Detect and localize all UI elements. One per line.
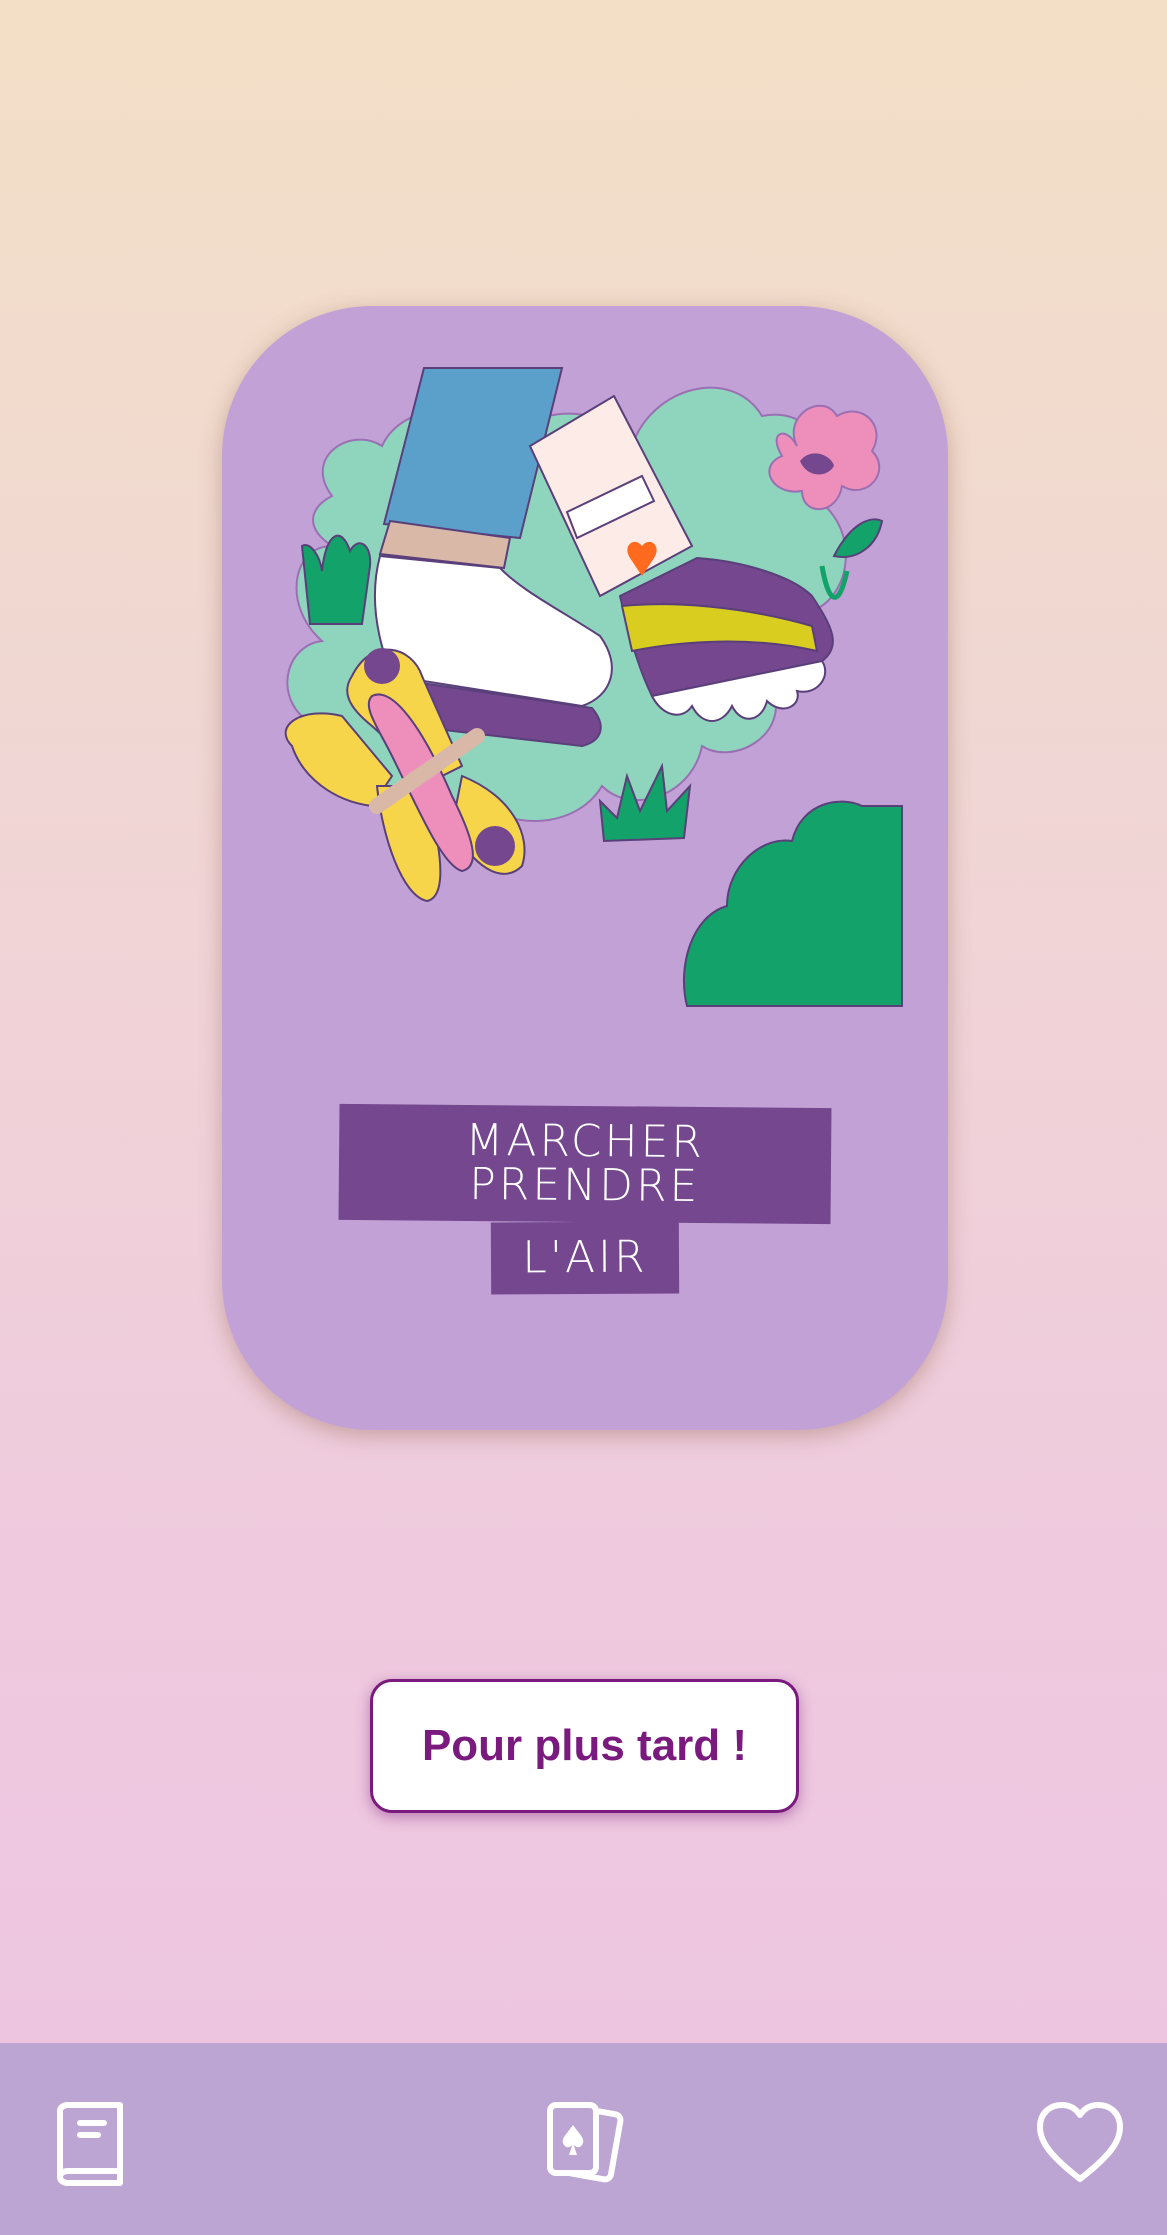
- bottom-navigation: [0, 2043, 1167, 2235]
- card-title-line-1: MARCHER PRENDRE: [338, 1103, 832, 1225]
- card-title: MARCHER PRENDRE L'AIR: [222, 1103, 948, 1295]
- nav-cards-button[interactable]: [536, 2095, 632, 2191]
- cards-icon: [547, 2102, 624, 2183]
- walking-feet-illustration: [284, 367, 903, 1007]
- book-icon: [57, 2102, 123, 2186]
- activity-card[interactable]: MARCHER PRENDRE L'AIR: [222, 306, 948, 1430]
- nav-favorites-button[interactable]: [1032, 2095, 1128, 2191]
- heart-icon: [1037, 2102, 1123, 2182]
- nav-book-button[interactable]: [42, 2095, 138, 2191]
- card-title-line-2: L'AIR: [490, 1221, 680, 1295]
- save-for-later-button[interactable]: Pour plus tard !: [370, 1679, 799, 1813]
